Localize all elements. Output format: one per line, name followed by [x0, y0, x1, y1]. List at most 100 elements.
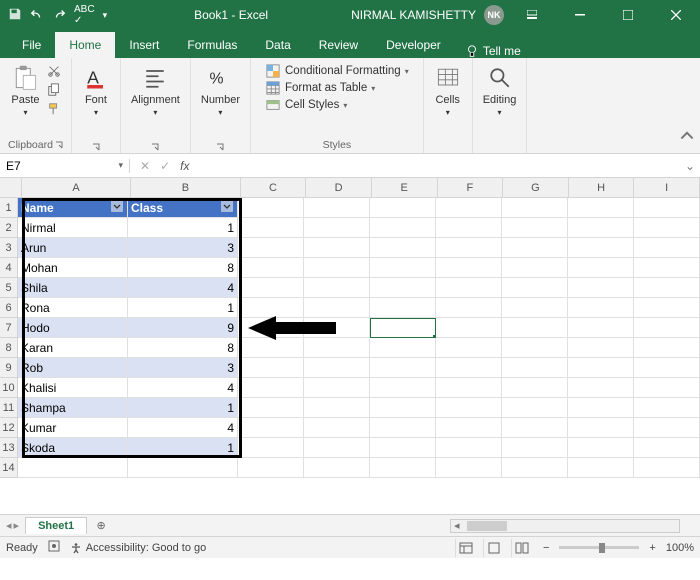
cell[interactable]: [634, 398, 700, 418]
cell[interactable]: [370, 418, 436, 438]
filter-dropdown-icon[interactable]: [110, 199, 124, 216]
tab-file[interactable]: File: [8, 32, 55, 58]
cell[interactable]: [568, 458, 634, 478]
launcher-icon[interactable]: [216, 143, 224, 151]
cell[interactable]: Name: [18, 198, 128, 218]
cell[interactable]: [634, 238, 700, 258]
launcher-icon[interactable]: [55, 141, 63, 149]
spellcheck-icon[interactable]: ABC✓: [74, 4, 95, 26]
cell[interactable]: [436, 398, 502, 418]
cell[interactable]: Arun: [18, 238, 128, 258]
zoom-out-button[interactable]: −: [539, 542, 553, 554]
select-all-corner[interactable]: [0, 178, 22, 197]
cell[interactable]: [634, 358, 700, 378]
filter-dropdown-icon[interactable]: [220, 199, 234, 216]
column-header[interactable]: E: [372, 178, 438, 197]
cell[interactable]: [502, 278, 568, 298]
cell[interactable]: [370, 358, 436, 378]
cell[interactable]: [370, 378, 436, 398]
cell[interactable]: [304, 198, 370, 218]
zoom-slider[interactable]: [559, 546, 639, 549]
cell[interactable]: [568, 278, 634, 298]
column-header[interactable]: A: [22, 178, 131, 197]
column-header[interactable]: I: [634, 178, 700, 197]
cell[interactable]: [502, 458, 568, 478]
cell[interactable]: [634, 438, 700, 458]
cell[interactable]: [370, 438, 436, 458]
cell[interactable]: [238, 318, 304, 338]
cell[interactable]: Shampa: [18, 398, 128, 418]
user-badge[interactable]: NK: [484, 5, 504, 25]
cell[interactable]: Karan: [18, 338, 128, 358]
cell[interactable]: [238, 438, 304, 458]
row-header[interactable]: 9: [0, 358, 18, 378]
cell[interactable]: [304, 318, 370, 338]
sheet-tab[interactable]: Sheet1: [25, 517, 87, 534]
expand-formula-icon[interactable]: ⌄: [680, 159, 700, 173]
cell[interactable]: [568, 298, 634, 318]
sheet-nav-next-icon[interactable]: ▸: [14, 519, 20, 532]
cell[interactable]: [370, 398, 436, 418]
cell[interactable]: [436, 218, 502, 238]
cell[interactable]: [568, 218, 634, 238]
cell[interactable]: [304, 378, 370, 398]
cell[interactable]: [502, 218, 568, 238]
cell[interactable]: [304, 418, 370, 438]
cell[interactable]: [304, 298, 370, 318]
cell[interactable]: [634, 298, 700, 318]
cell[interactable]: [568, 418, 634, 438]
cells-button[interactable]: Cells▾: [432, 62, 464, 119]
minimize-button[interactable]: [560, 0, 600, 30]
cell[interactable]: [238, 458, 304, 478]
cell[interactable]: [238, 338, 304, 358]
row-header[interactable]: 8: [0, 338, 18, 358]
font-button[interactable]: A Font▾: [80, 62, 112, 119]
column-header[interactable]: H: [569, 178, 635, 197]
cell[interactable]: [634, 258, 700, 278]
cell[interactable]: [568, 398, 634, 418]
cell[interactable]: [568, 378, 634, 398]
macro-record-icon[interactable]: [48, 540, 60, 555]
row-header[interactable]: 2: [0, 218, 18, 238]
cell[interactable]: [238, 198, 304, 218]
save-icon[interactable]: [8, 7, 22, 24]
cell[interactable]: 3: [128, 358, 238, 378]
tab-home[interactable]: Home: [55, 32, 115, 58]
horizontal-scrollbar[interactable]: ◂: [450, 519, 680, 533]
cell[interactable]: [370, 298, 436, 318]
cell[interactable]: [568, 338, 634, 358]
column-header[interactable]: C: [241, 178, 307, 197]
name-box[interactable]: E7▾: [0, 159, 130, 173]
cell[interactable]: Nirmal: [18, 218, 128, 238]
page-break-view-icon[interactable]: [511, 539, 533, 557]
cell[interactable]: Shila: [18, 278, 128, 298]
cell[interactable]: [568, 198, 634, 218]
cell[interactable]: [370, 338, 436, 358]
cell[interactable]: [634, 218, 700, 238]
cell[interactable]: Khalisi: [18, 378, 128, 398]
cell[interactable]: Rona: [18, 298, 128, 318]
cell[interactable]: [502, 298, 568, 318]
tab-developer[interactable]: Developer: [372, 32, 455, 58]
cell-styles-button[interactable]: Cell Styles ▾: [265, 98, 347, 112]
worksheet-grid[interactable]: ABCDEFGHI 1234567891011121314 NameClassN…: [0, 178, 700, 514]
add-sheet-button[interactable]: ⊕: [91, 516, 111, 536]
cell[interactable]: 1: [128, 438, 238, 458]
cell[interactable]: [370, 218, 436, 238]
cell[interactable]: [568, 438, 634, 458]
undo-icon[interactable]: [30, 7, 44, 24]
cell[interactable]: [238, 238, 304, 258]
row-header[interactable]: 7: [0, 318, 18, 338]
cell[interactable]: [238, 258, 304, 278]
cell[interactable]: 1: [128, 398, 238, 418]
cell[interactable]: [370, 238, 436, 258]
cell[interactable]: [502, 418, 568, 438]
cell[interactable]: [304, 258, 370, 278]
tab-data[interactable]: Data: [251, 32, 304, 58]
cell[interactable]: [238, 298, 304, 318]
tell-me[interactable]: Tell me: [455, 44, 531, 58]
collapse-ribbon-icon[interactable]: [680, 130, 694, 149]
cell[interactable]: [634, 278, 700, 298]
cell[interactable]: [502, 258, 568, 278]
cell[interactable]: [568, 238, 634, 258]
